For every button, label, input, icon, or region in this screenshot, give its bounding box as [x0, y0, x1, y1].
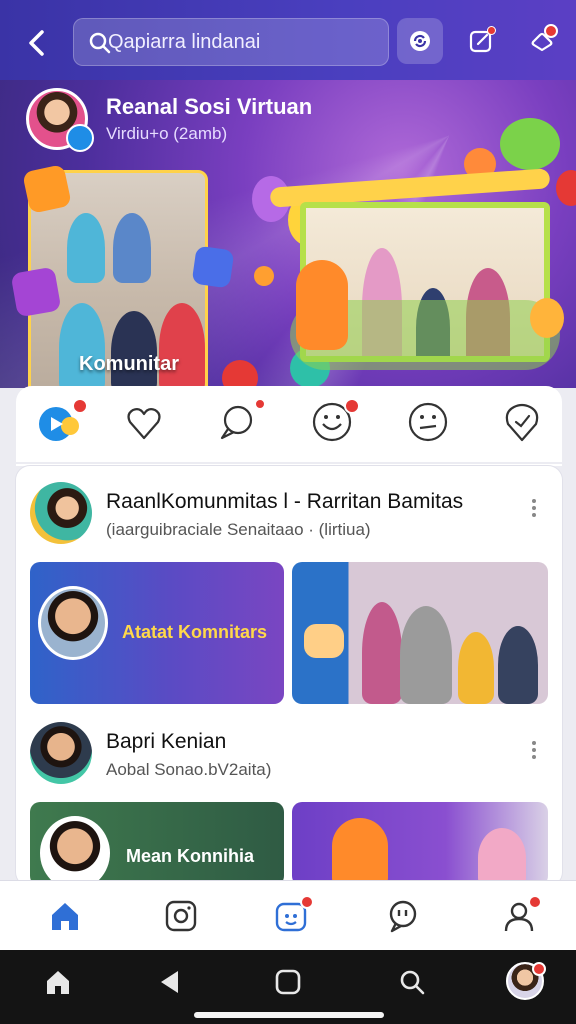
- tab-reels[interactable]: [270, 895, 314, 935]
- heart-icon: [127, 408, 161, 440]
- post-meta: Aobal Sonao.bV2aita): [106, 760, 272, 779]
- balloon: [254, 266, 274, 286]
- family-figure: [478, 828, 526, 886]
- family-figure: [67, 213, 105, 283]
- tab-badge: [528, 895, 542, 909]
- top-app-bar: Qapiarra lindanai: [0, 0, 576, 84]
- post-author-title[interactable]: RaanlKomunmitas l - Rarritan Bamitas: [106, 490, 463, 514]
- reaction-heart[interactable]: [122, 400, 166, 444]
- media-tile-label: Mean Konnihia: [126, 846, 255, 866]
- balloon: [222, 360, 258, 388]
- tab-chat[interactable]: [382, 895, 422, 935]
- camera-icon: [165, 900, 197, 932]
- reaction-bar: [16, 386, 562, 466]
- back-triangle-icon: [161, 971, 178, 993]
- reaction-comment[interactable]: [216, 398, 266, 444]
- balloon: [500, 118, 560, 170]
- reaction-wow[interactable]: [406, 400, 450, 444]
- divider: [16, 462, 562, 464]
- toy-sticker: [191, 245, 235, 289]
- system-back-button[interactable]: [152, 964, 188, 1000]
- family-figure: [400, 606, 452, 704]
- system-recents-button[interactable]: [270, 964, 306, 1000]
- home-icon: [47, 971, 69, 994]
- hero-title: Reanal Sosi Virtuan: [106, 94, 313, 119]
- home-icon: [52, 903, 78, 930]
- search-icon: [400, 970, 425, 995]
- hero-subtitle: Virdiu+o (2amb): [106, 124, 228, 143]
- reaction-laugh[interactable]: [310, 398, 360, 444]
- notification-dot: [487, 26, 496, 35]
- family-figure: [362, 602, 402, 704]
- tab-badge: [300, 895, 314, 909]
- reaction-badge: [72, 398, 88, 414]
- location-icon: [505, 403, 539, 442]
- avatar: [40, 816, 110, 886]
- media-tile[interactable]: [292, 802, 548, 886]
- tab-profile[interactable]: [498, 895, 542, 935]
- chat-icon: [389, 900, 417, 933]
- post-meta: (iaarguibraciale Senaitaao · (lirtiua): [106, 520, 371, 539]
- wow-icon: [408, 402, 448, 442]
- media-tile[interactable]: [292, 562, 548, 704]
- media-tile[interactable]: Mean Konnihia: [30, 802, 284, 886]
- post-author-title[interactable]: Bapri Kenian: [106, 730, 226, 754]
- cartoon-cat-figure: [332, 818, 388, 886]
- system-home-button[interactable]: [40, 964, 76, 1000]
- comment-icon: [220, 405, 253, 440]
- hero-banner: Reanal Sosi Virtuan Virdiu+o (2amb) Komu…: [0, 80, 576, 388]
- reaction-video-chat[interactable]: [38, 398, 88, 444]
- community-card-label: Komunitar: [79, 353, 179, 375]
- reaction-location[interactable]: [500, 400, 544, 444]
- home-indicator[interactable]: [194, 1012, 384, 1018]
- avatar[interactable]: [30, 482, 92, 544]
- more-options-icon[interactable]: [526, 738, 542, 766]
- toy-sticker: [10, 266, 62, 318]
- family-figure: [458, 632, 494, 704]
- back-arrow-icon: [29, 30, 44, 56]
- search-input[interactable]: Qapiarra lindanai: [73, 18, 389, 66]
- tab-home[interactable]: [44, 895, 84, 935]
- reaction-badge: [254, 398, 266, 410]
- edit-button[interactable]: [458, 18, 504, 64]
- community-feed: RaanlKomunmitas l - Rarritan Bamitas (ia…: [16, 466, 562, 886]
- toy-sticker: [22, 164, 72, 214]
- notification-badge: [532, 962, 546, 976]
- search-text: Qapiarra lindanai: [108, 31, 261, 53]
- reaction-badge: [344, 398, 360, 414]
- family-figure: [113, 213, 151, 283]
- cartoon-cat-figure: [296, 260, 348, 350]
- hand-icon: [304, 624, 344, 658]
- verified-badge-icon: [66, 124, 94, 152]
- avatar: [38, 586, 108, 660]
- back-button[interactable]: [20, 26, 54, 60]
- system-search-button[interactable]: [394, 964, 430, 1000]
- sync-button[interactable]: [397, 18, 443, 64]
- media-tile-label: Atatat Komnitars: [122, 622, 268, 642]
- media-tile[interactable]: Atatat Komnitars: [30, 562, 284, 704]
- family-figure: [498, 626, 538, 704]
- cartoon-character: [530, 298, 564, 338]
- notifications-button[interactable]: [518, 18, 564, 64]
- family-figure: [111, 311, 157, 388]
- recents-square-icon: [275, 969, 301, 995]
- avatar[interactable]: [30, 722, 92, 784]
- sync-icon: [410, 31, 430, 51]
- tab-camera[interactable]: [160, 895, 200, 935]
- more-options-icon[interactable]: [526, 496, 542, 524]
- notification-badge: [544, 24, 558, 38]
- bottom-tab-bar: [0, 880, 576, 950]
